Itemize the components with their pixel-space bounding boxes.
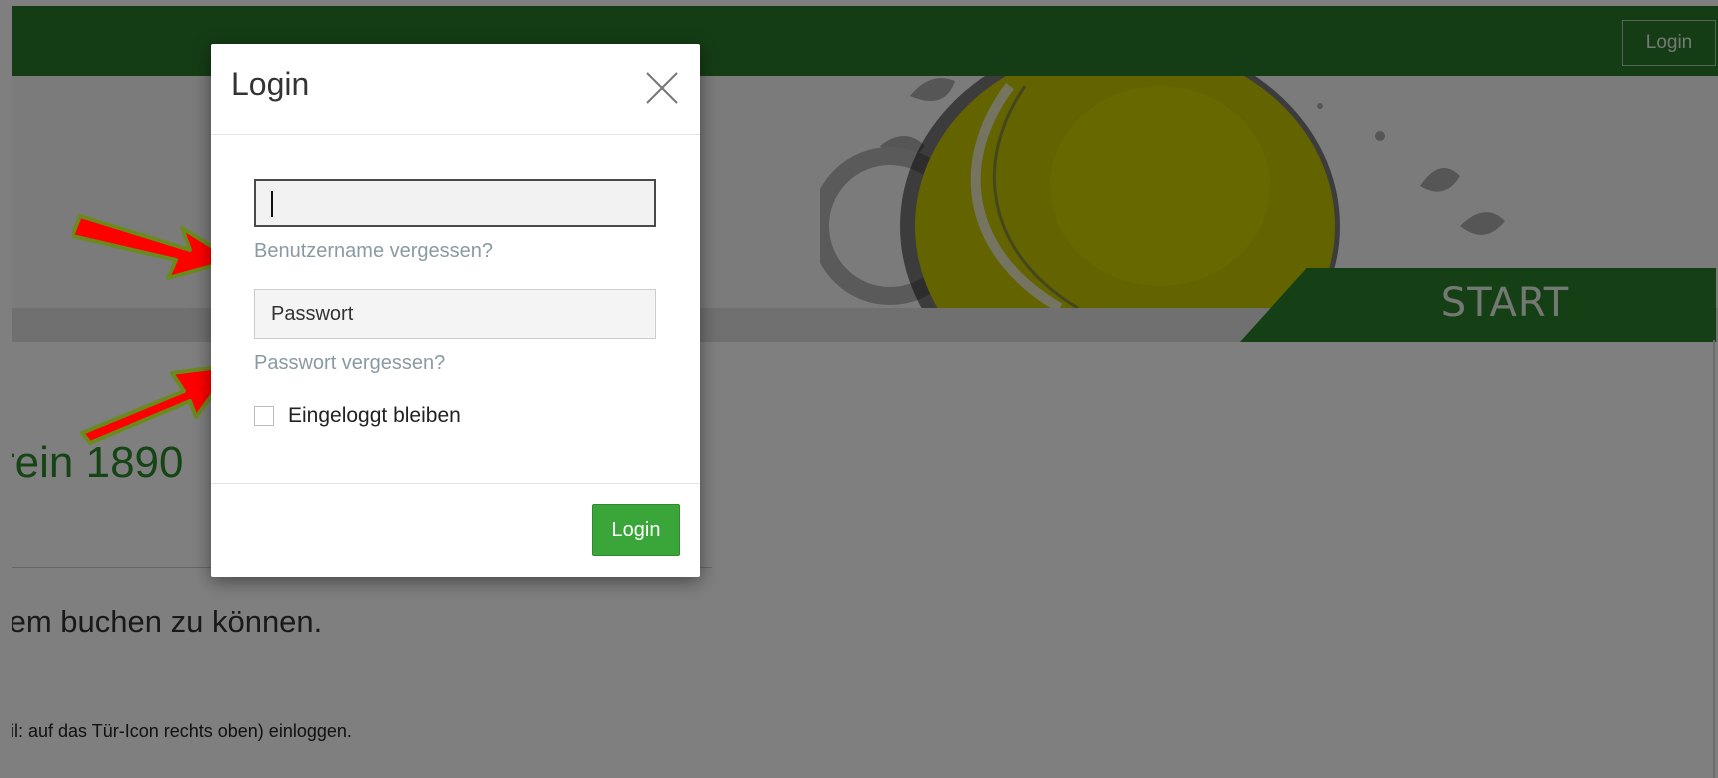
modal-title: Login [231, 66, 310, 102]
forgot-password-link[interactable]: Passwort vergessen? [254, 352, 445, 375]
login-submit-button[interactable]: Login [592, 504, 680, 556]
remember-me-checkbox[interactable] [254, 406, 274, 426]
text-caret [271, 191, 273, 217]
modal-footer: Login [211, 483, 700, 578]
modal-header: Login [211, 44, 700, 135]
forgot-username-link[interactable]: Benutzername vergessen? [254, 240, 493, 263]
remember-me-label[interactable]: Eingeloggt bleiben [288, 404, 461, 428]
password-input[interactable] [254, 289, 656, 339]
username-input[interactable] [254, 179, 656, 227]
close-icon[interactable] [644, 70, 680, 106]
login-modal: Login Benutzername vergessen? Passwort v… [211, 44, 700, 577]
